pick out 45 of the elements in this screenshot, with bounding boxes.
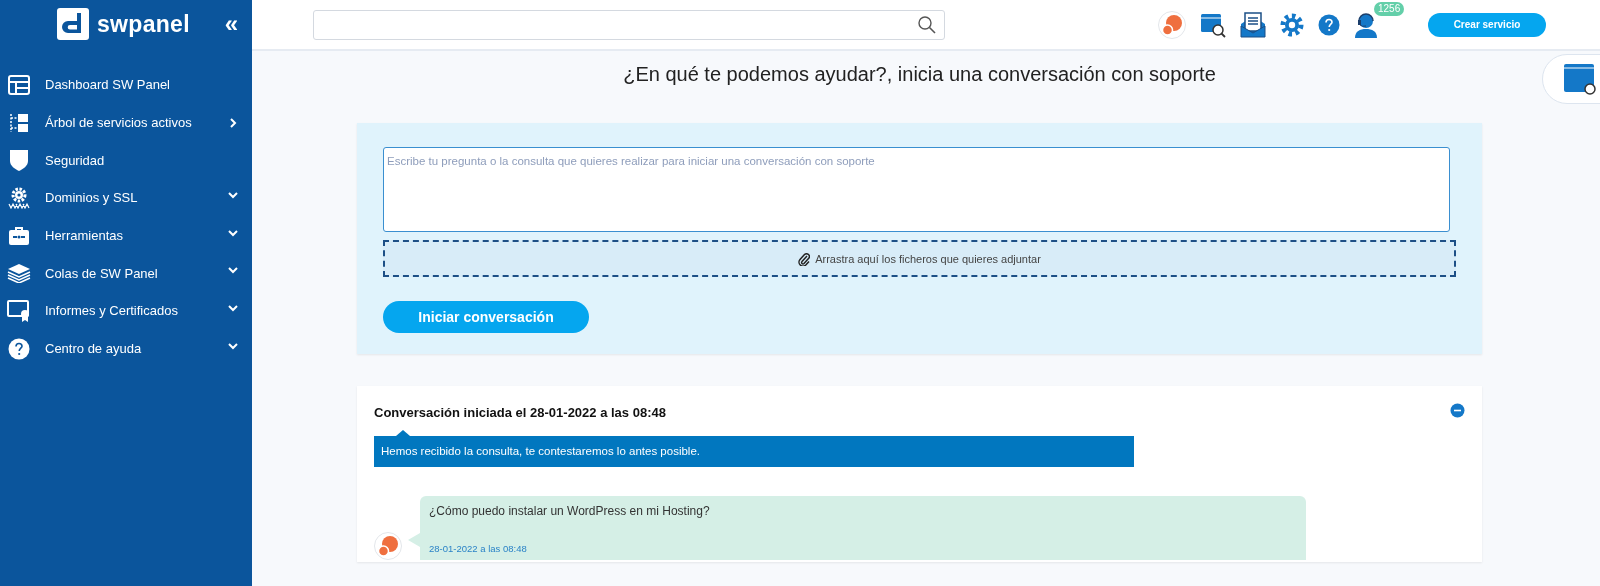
help-icon [8, 337, 30, 360]
sidebar-item[interactable]: Herramientas [45, 228, 228, 244]
page-heading: ¿En qué te podemos ayudar?, inicia una conversación con soporte [622, 62, 1217, 87]
avatar-icon[interactable] [1158, 10, 1186, 39]
message-time: 28-01-2022 a las 08:48 [429, 543, 528, 554]
browser-search-icon [1563, 63, 1597, 95]
chevron-down-icon [228, 228, 238, 237]
file-dropzone[interactable]: Arrastra aquí los ficheros que quieres adjuntar [383, 240, 1456, 277]
gear-www-icon [8, 186, 30, 209]
browser-search-icon[interactable] [1200, 11, 1226, 38]
support-agent-icon[interactable] [1354, 11, 1378, 38]
logo-text: swpanel [97, 10, 191, 38]
sidebar-item[interactable]: Centro de ayuda [45, 341, 228, 357]
chevron-down-icon [228, 191, 238, 200]
toolbox-icon [8, 225, 30, 246]
collapse-button[interactable]: « [220, 14, 242, 34]
message-text: ¿Cómo puedo instalar un WordPress en mi Hosting? [429, 504, 711, 518]
chevron-down-icon [228, 341, 238, 350]
paperclip-icon [798, 251, 811, 266]
conversation-title: Conversación iniciada el 28-01-2022 a las 08:48 [374, 405, 666, 420]
sidebar-item[interactable]: Colas de SW Panel [45, 265, 228, 281]
help-icon[interactable] [1318, 13, 1340, 36]
layers-icon [7, 263, 31, 284]
chevron-right-icon [229, 117, 237, 128]
chevron-down-icon [228, 304, 238, 313]
collapse-icon[interactable] [1450, 403, 1465, 418]
layout-icon [8, 74, 30, 95]
sidebar-item[interactable]: Seguridad [45, 152, 228, 168]
notification-badge: 1256 [1374, 1, 1405, 16]
tree-icon [8, 111, 30, 134]
sidebar-item[interactable]: Dashboard SW Panel [45, 77, 228, 93]
chevron-down-icon [228, 266, 238, 275]
sidebar-item[interactable]: Dominios y SSL [45, 190, 228, 206]
dropzone-label: Arrastra aquí los ficheros que quieres adjuntar [815, 252, 1041, 265]
certificate-icon [7, 299, 31, 322]
question-field[interactable]: Escribe tu pregunta o la consulta que quieres realizar para iniciar una conversación con soporte [383, 147, 1450, 232]
settings-icon[interactable] [1280, 12, 1304, 37]
shield-icon [9, 149, 29, 172]
logo-icon [57, 8, 89, 40]
notice-text: Hemos recibido la consulta, te contestaremos lo antes posible. [381, 445, 700, 457]
sidebar-item[interactable]: Árbol de servicios activos [45, 115, 228, 131]
sidebar-item[interactable]: Informes y Certificados [45, 303, 228, 319]
newsletter-icon[interactable] [1240, 11, 1266, 38]
search-field[interactable] [313, 9, 945, 40]
search-icon [918, 15, 936, 34]
